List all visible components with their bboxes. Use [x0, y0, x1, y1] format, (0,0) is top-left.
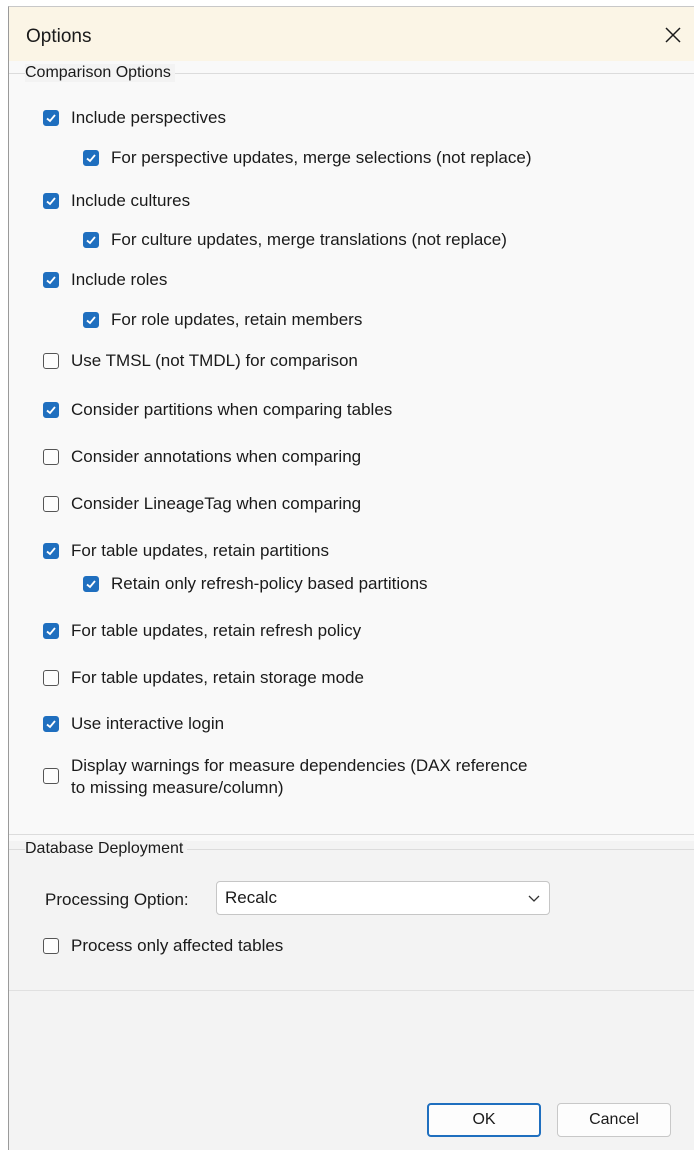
checkbox[interactable] [43, 110, 59, 126]
checkbox[interactable] [83, 150, 99, 166]
cancel-button[interactable]: Cancel [557, 1103, 671, 1137]
checkbox[interactable] [43, 449, 59, 465]
dialog-title: Options [26, 26, 92, 47]
option-label: For table updates, retain partitions [71, 541, 329, 560]
check-icon [86, 316, 96, 325]
check-icon [46, 547, 56, 556]
option-retain-storage-mode[interactable]: For table updates, retain storage mode [43, 667, 364, 689]
processing-option-select[interactable]: Recalc [216, 881, 550, 915]
check-icon [86, 154, 96, 163]
option-label: Use interactive login [71, 714, 225, 733]
title-bar: Options [9, 7, 694, 61]
processing-option-value: Recalc [225, 888, 277, 907]
check-icon [46, 276, 56, 285]
option-label: Consider partitions when comparing table… [71, 400, 393, 419]
checkbox[interactable] [43, 402, 59, 418]
checkbox[interactable] [43, 496, 59, 512]
option-measure-dependency-warnings[interactable]: Display warnings for measure dependencie… [43, 755, 541, 799]
option-retain-refresh-policy-partitions[interactable]: Retain only refresh-policy based partiti… [83, 573, 428, 595]
option-retain-refresh-policy[interactable]: For table updates, retain refresh policy [43, 620, 361, 642]
check-icon [46, 197, 56, 206]
option-consider-partitions[interactable]: Consider partitions when comparing table… [43, 399, 392, 421]
option-label: For role updates, retain members [111, 310, 363, 329]
checkbox[interactable] [43, 272, 59, 288]
chevron-down-icon [528, 895, 540, 902]
option-label: Retain only refresh-policy based partiti… [111, 574, 428, 593]
ok-button[interactable]: OK [427, 1103, 541, 1137]
checkbox[interactable] [83, 576, 99, 592]
option-include-cultures[interactable]: Include cultures [43, 190, 190, 212]
database-deployment-group-title: Database Deployment [25, 840, 188, 858]
check-icon [46, 406, 56, 415]
option-label: Consider annotations when comparing [71, 447, 362, 466]
processing-option-label: Processing Option: [45, 890, 189, 909]
option-include-perspectives[interactable]: Include perspectives [43, 107, 226, 129]
option-retain-role-members[interactable]: For role updates, retain members [83, 309, 362, 331]
option-label: For table updates, retain refresh policy [71, 621, 362, 640]
checkbox[interactable] [83, 312, 99, 328]
option-label: For culture updates, merge translations … [111, 230, 507, 249]
group-divider [9, 834, 694, 835]
checkbox[interactable] [83, 232, 99, 248]
option-label: For perspective updates, merge selection… [111, 148, 532, 167]
check-icon [46, 627, 56, 636]
option-label: Include cultures [71, 191, 191, 210]
options-dialog: Options Comparison Options Include persp… [8, 6, 694, 1150]
option-interactive-login[interactable]: Use interactive login [43, 713, 224, 735]
comparison-options-group-title: Comparison Options [25, 64, 175, 82]
checkbox[interactable] [43, 543, 59, 559]
check-icon [86, 236, 96, 245]
option-retain-partitions[interactable]: For table updates, retain partitions [43, 540, 329, 562]
option-consider-annotations[interactable]: Consider annotations when comparing [43, 446, 361, 468]
option-label: Include roles [71, 270, 168, 289]
option-label: Consider LineageTag when comparing [71, 494, 362, 513]
checkbox[interactable] [43, 716, 59, 732]
option-process-affected-tables[interactable]: Process only affected tables [43, 935, 283, 957]
close-button[interactable] [658, 20, 688, 50]
footer-divider [9, 990, 694, 991]
check-icon [86, 580, 96, 589]
close-icon [665, 27, 681, 43]
option-label: Use TMSL (not TMDL) for comparison [71, 351, 358, 370]
checkbox[interactable] [43, 193, 59, 209]
check-icon [46, 720, 56, 729]
check-icon [46, 114, 56, 123]
checkbox[interactable] [43, 938, 59, 954]
checkbox[interactable] [43, 670, 59, 686]
option-merge-culture-translations[interactable]: For culture updates, merge translations … [83, 229, 507, 251]
checkbox[interactable] [43, 623, 59, 639]
checkbox[interactable] [43, 768, 59, 784]
option-consider-lineagetag[interactable]: Consider LineageTag when comparing [43, 493, 361, 515]
checkbox[interactable] [43, 353, 59, 369]
option-label: Display warnings for measure dependencie… [71, 756, 528, 797]
option-use-tmsl[interactable]: Use TMSL (not TMDL) for comparison [43, 350, 358, 372]
option-label: Process only affected tables [71, 936, 284, 955]
option-label: Include perspectives [71, 108, 226, 127]
option-label: For table updates, retain storage mode [71, 668, 364, 687]
option-merge-perspective-selections[interactable]: For perspective updates, merge selection… [83, 147, 531, 169]
option-include-roles[interactable]: Include roles [43, 269, 167, 291]
